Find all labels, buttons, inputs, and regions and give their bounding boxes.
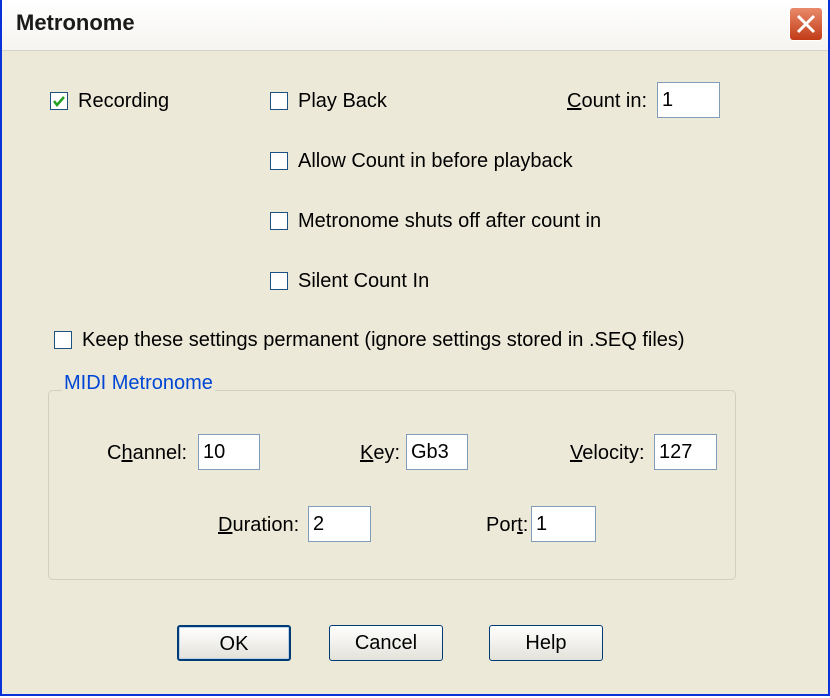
dialog-title: Metronome [16, 10, 135, 35]
recording-checkbox[interactable] [50, 92, 68, 110]
metronome-dialog: Metronome Recording Play Back Count in: … [0, 0, 830, 696]
recording-label: Recording [78, 90, 170, 112]
velocity-label: Velocity: [570, 442, 645, 464]
help-button[interactable]: Help [489, 625, 603, 661]
channel-label: Channel: [107, 442, 188, 464]
title-bar: Metronome [2, 0, 828, 51]
keep-settings-checkbox[interactable] [54, 331, 72, 349]
duration-label: Duration: [218, 514, 300, 536]
playback-label: Play Back [298, 90, 387, 112]
key-label: Key: [360, 442, 401, 464]
count-in-label: Count in: [567, 90, 648, 112]
shuts-off-label: Metronome shuts off after count in [298, 210, 602, 232]
cancel-button[interactable]: Cancel [329, 625, 443, 661]
port-field[interactable]: 1 [531, 506, 596, 542]
midi-metronome-title: MIDI Metronome [62, 372, 215, 395]
close-button[interactable] [789, 7, 823, 41]
keep-settings-label: Keep these settings permanent (ignore se… [82, 329, 685, 351]
silent-count-in-label: Silent Count In [298, 270, 430, 292]
velocity-field[interactable]: 127 [654, 434, 717, 470]
allow-count-in-checkbox[interactable] [270, 152, 288, 170]
key-field[interactable]: Gb3 [406, 434, 468, 470]
port-label: Port: [486, 514, 529, 536]
count-in-field[interactable]: 1 [657, 82, 720, 118]
channel-field[interactable]: 10 [198, 434, 260, 470]
duration-field[interactable]: 2 [308, 506, 371, 542]
midi-metronome-group [48, 390, 736, 580]
ok-button[interactable]: OK [177, 625, 291, 661]
shuts-off-checkbox[interactable] [270, 212, 288, 230]
playback-checkbox[interactable] [270, 92, 288, 110]
checkmark-icon [53, 96, 65, 107]
close-icon [796, 14, 816, 34]
allow-count-in-label: Allow Count in before playback [298, 150, 573, 172]
silent-count-in-checkbox[interactable] [270, 272, 288, 290]
